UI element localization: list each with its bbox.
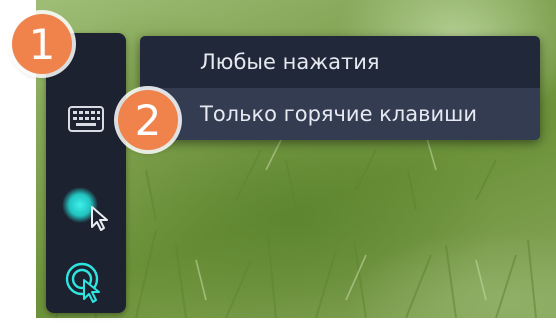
keystroke-mode-menu: Любые нажатия Только горячие клавиши (140, 36, 540, 140)
click-effect-icon (65, 262, 100, 303)
step-callout-2: 2 (118, 90, 178, 150)
click-effect-tool-button[interactable] (46, 255, 126, 311)
cursor-highlight-icon (62, 187, 108, 231)
menu-item-any-keys[interactable]: Любые нажатия (140, 36, 540, 88)
keyboard-tool-button[interactable] (46, 91, 126, 147)
cursor-highlight-tool-button[interactable] (46, 183, 126, 239)
step-callout-1: 1 (12, 14, 72, 74)
keyboard-icon (68, 106, 104, 132)
effects-toolbar (46, 33, 126, 313)
menu-item-hotkeys-only[interactable]: Только горячие клавиши (140, 88, 540, 140)
